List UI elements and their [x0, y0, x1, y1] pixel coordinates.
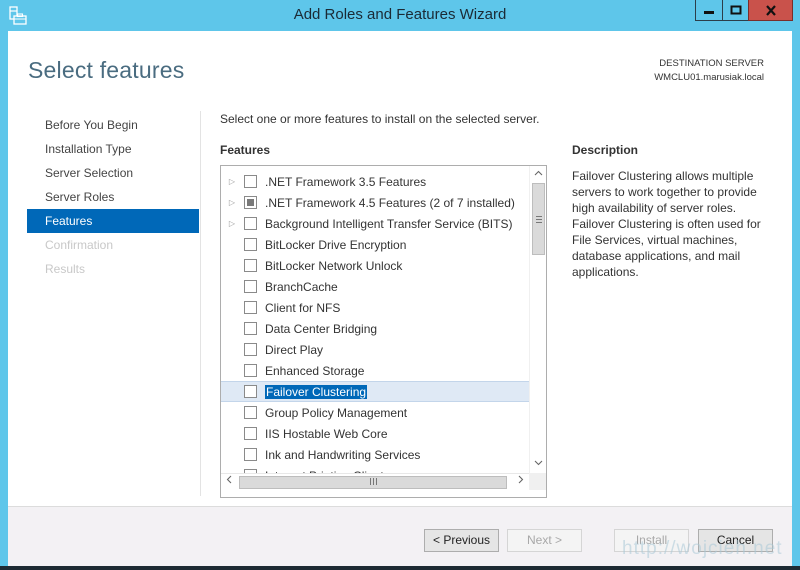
destination-server-name: WMCLU01.marusiak.local	[654, 72, 764, 83]
vertical-scrollbar[interactable]	[529, 166, 546, 473]
feature-label: .NET Framework 3.5 Features	[265, 174, 427, 189]
feature-checkbox[interactable]	[244, 175, 257, 188]
feature-label: Group Policy Management	[265, 405, 408, 420]
nav-step-results: Results	[45, 262, 86, 276]
nav-step-before-you-begin[interactable]: Before You Begin	[27, 113, 199, 137]
expand-arrow-icon[interactable]: ▷	[226, 219, 238, 228]
feature-row[interactable]: Group Policy Management	[221, 402, 529, 423]
feature-row[interactable]: Failover Clustering	[221, 381, 529, 402]
features-tree-list[interactable]: ▷ .NET Framework 3.5 Features ▷ .NET Framew…	[220, 165, 547, 498]
feature-checkbox[interactable]	[244, 343, 257, 356]
scroll-up-button[interactable]	[530, 166, 546, 183]
feature-label: BitLocker Drive Encryption	[265, 237, 407, 252]
feature-row[interactable]: BitLocker Network Unlock	[221, 255, 529, 276]
expand-arrow-icon[interactable]: ▷	[226, 198, 238, 207]
features-heading: Features	[220, 143, 271, 157]
vertical-scroll-thumb[interactable]	[532, 183, 545, 255]
feature-label: Failover Clustering	[265, 384, 368, 399]
feature-row[interactable]: Client for NFS	[221, 297, 529, 318]
feature-label: Background Intelligent Transfer Service …	[265, 216, 513, 231]
feature-row[interactable]: ▷ Background Intelligent Transfer Service…	[221, 213, 529, 234]
chevron-down-icon	[534, 460, 543, 466]
chevron-up-icon	[534, 170, 543, 176]
feature-label: Enhanced Storage	[265, 363, 365, 378]
close-button[interactable]	[748, 0, 793, 21]
feature-label: Direct Play	[265, 342, 324, 357]
scroll-right-button[interactable]	[513, 474, 529, 491]
wizard-steps-nav: Before You Begin Installation Type Serve…	[27, 113, 199, 281]
feature-checkbox[interactable]	[244, 427, 257, 440]
feature-row[interactable]: Data Center Bridging	[221, 318, 529, 339]
feature-label: BitLocker Network Unlock	[265, 258, 403, 273]
wizard-window: Add Roles and Features Wizard Select fea…	[0, 0, 800, 566]
description-heading: Description	[572, 143, 639, 157]
nav-step-server-selection[interactable]: Server Selection	[27, 161, 199, 185]
feature-checkbox[interactable]	[244, 259, 257, 272]
window-title: Add Roles and Features Wizard	[293, 6, 507, 23]
feature-checkbox[interactable]	[244, 385, 257, 398]
feature-row[interactable]: IIS Hostable Web Core	[221, 423, 529, 444]
feature-row[interactable]: BitLocker Drive Encryption	[221, 234, 529, 255]
nav-step-installation-type[interactable]: Installation Type	[27, 137, 199, 161]
feature-checkbox[interactable]	[244, 322, 257, 335]
maximize-icon	[730, 5, 741, 15]
feature-row[interactable]: Direct Play	[221, 339, 529, 360]
next-button: Next >	[507, 529, 582, 552]
feature-label: Ink and Handwriting Services	[265, 447, 421, 462]
feature-checkbox[interactable]	[244, 301, 257, 314]
feature-checkbox[interactable]	[244, 217, 257, 230]
nav-step-features[interactable]: Features	[27, 209, 199, 233]
nav-step-confirmation: Confirmation	[45, 238, 114, 252]
chevron-left-icon	[226, 475, 232, 484]
feature-label: .NET Framework 4.5 Features (2 of 7 inst…	[265, 195, 515, 210]
feature-checkbox[interactable]	[244, 196, 257, 209]
grip-icon	[536, 216, 542, 223]
feature-checkbox[interactable]	[244, 280, 257, 293]
nav-divider	[200, 111, 201, 496]
feature-checkbox[interactable]	[244, 406, 257, 419]
feature-label: Client for NFS	[265, 300, 341, 315]
previous-button[interactable]: < Previous	[424, 529, 499, 552]
features-list-viewport: ▷ .NET Framework 3.5 Features ▷ .NET Framew…	[221, 166, 529, 473]
description-text: Failover Clustering allows multiple serv…	[572, 169, 761, 279]
feature-label: BranchCache	[265, 279, 338, 294]
watermark-text: http://wojcieh.net	[622, 538, 783, 559]
close-icon	[765, 4, 776, 16]
nav-step-server-roles[interactable]: Server Roles	[27, 185, 199, 209]
feature-row[interactable]: Enhanced Storage	[221, 360, 529, 381]
horizontal-scrollbar[interactable]	[221, 473, 529, 490]
feature-checkbox[interactable]	[244, 448, 257, 461]
page-title: Select features	[28, 57, 185, 83]
feature-checkbox[interactable]	[244, 238, 257, 251]
expand-arrow-icon[interactable]: ▷	[226, 177, 238, 186]
chevron-right-icon	[518, 475, 524, 484]
grip-icon	[369, 478, 377, 485]
feature-row[interactable]: Ink and Handwriting Services	[221, 444, 529, 465]
feature-label: IIS Hostable Web Core	[265, 426, 388, 441]
destination-server-label: DESTINATION SERVER	[659, 58, 764, 69]
wizard-client-area: Select features DESTINATION SERVER WMCLU…	[8, 31, 792, 566]
destination-server: DESTINATION SERVER WMCLU01.marusiak.loca…	[654, 57, 764, 85]
scroll-down-button[interactable]	[530, 456, 546, 473]
maximize-button[interactable]	[722, 0, 749, 21]
title-bar[interactable]: Add Roles and Features Wizard	[0, 0, 800, 31]
feature-row[interactable]: BranchCache	[221, 276, 529, 297]
feature-checkbox[interactable]	[244, 364, 257, 377]
feature-label: Data Center Bridging	[265, 321, 378, 336]
horizontal-scroll-thumb[interactable]	[239, 476, 507, 489]
feature-row[interactable]: ▷ .NET Framework 4.5 Features (2 of 7 ins…	[221, 192, 529, 213]
taskbar-edge	[0, 566, 800, 570]
minimize-icon	[704, 11, 714, 14]
minimize-button[interactable]	[695, 0, 723, 21]
scrollbar-corner	[529, 473, 546, 490]
instructions-text: Select one or more features to install o…	[220, 112, 540, 126]
feature-row[interactable]: Internet Printing Client	[221, 465, 529, 473]
scroll-left-button[interactable]	[221, 474, 237, 491]
feature-row[interactable]: ▷ .NET Framework 3.5 Features	[221, 171, 529, 192]
